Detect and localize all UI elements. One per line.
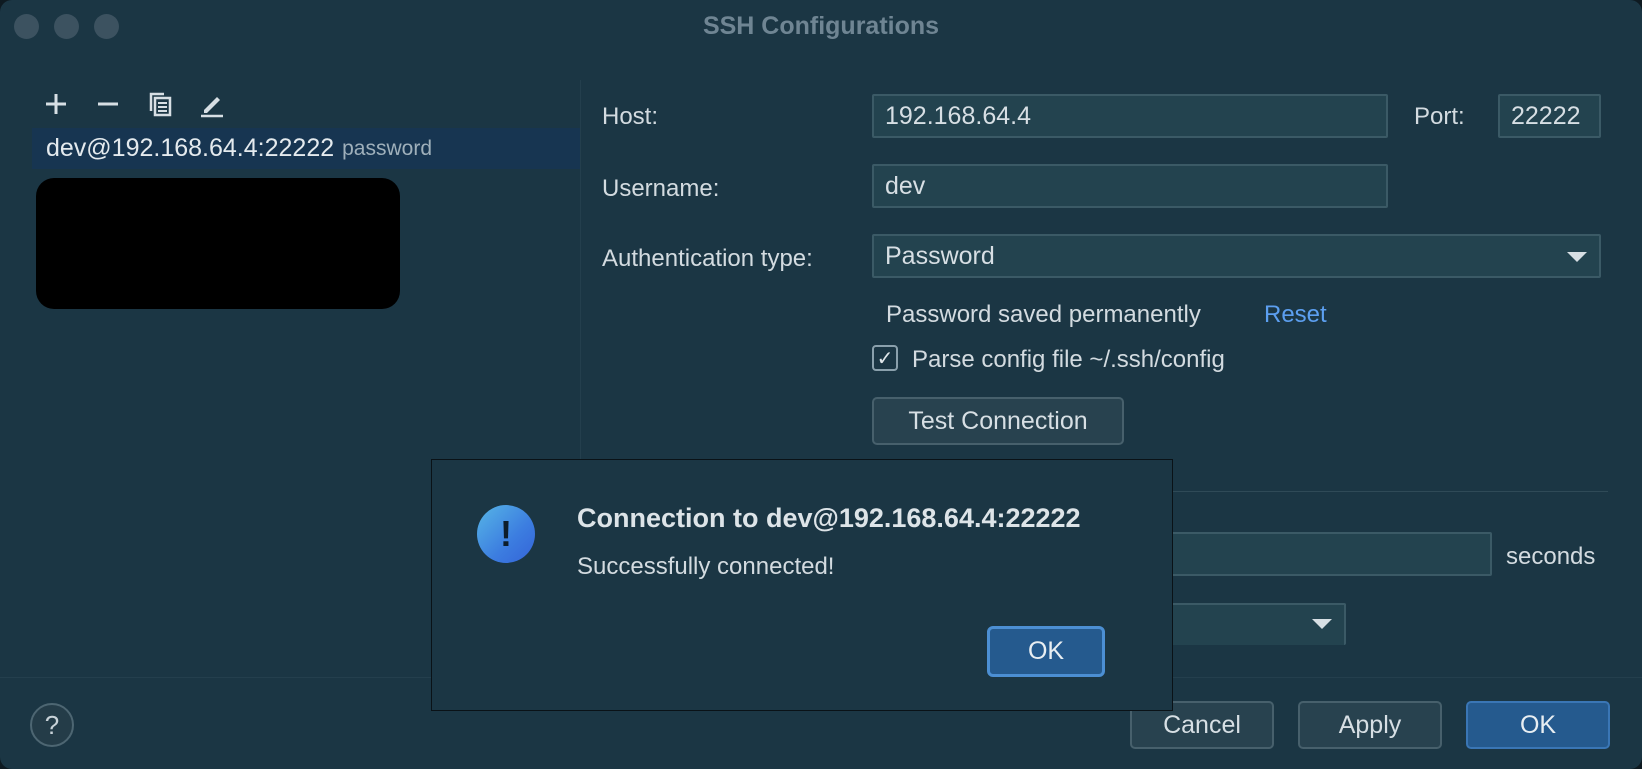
username-label: Username: [602,175,720,202]
minus-icon [98,102,118,106]
apply-button[interactable]: Apply [1298,701,1442,749]
dialog-message: Successfully connected! [577,553,835,580]
timeout-unit: seconds [1506,543,1596,570]
auth-type-select[interactable]: Password [872,234,1601,278]
password-status: Password saved permanently [886,301,1201,328]
pencil-icon [201,97,223,118]
connection-result-dialog: ! Connection to dev@192.168.64.4:22222 S… [431,459,1173,711]
section-divider [1100,491,1608,492]
ok-button[interactable]: OK [1466,701,1610,749]
timeout-field[interactable] [1140,532,1492,576]
host-label: Host: [602,103,659,130]
chevron-down-icon [1567,252,1587,262]
auth-type-value: Password [885,241,995,270]
dialog-ok-button[interactable]: OK [987,626,1105,677]
help-button[interactable]: ? [30,703,74,747]
window-title: SSH Configurations [702,12,940,40]
title-bar: SSH Configurations [0,0,1642,52]
copy-icon [149,92,172,117]
copy-configuration-button[interactable] [142,86,178,122]
configuration-name: dev@192.168.64.4:22222 [46,134,335,162]
redacted-area [36,178,400,309]
configuration-auth-type: password [342,136,433,160]
username-field[interactable]: dev [872,164,1388,208]
checkmark-icon: ✓ [876,347,894,370]
parse-config-label: Parse config file ~/.ssh/config [912,346,1225,373]
port-field[interactable]: 22222 [1498,94,1601,138]
auth-type-label: Authentication type: [602,245,813,272]
add-configuration-button[interactable] [38,86,74,122]
chevron-down-icon [1312,619,1332,629]
test-connection-button[interactable]: Test Connection [872,397,1124,445]
remove-configuration-button[interactable] [90,86,126,122]
parse-config-checkbox[interactable]: ✓ [872,345,898,371]
port-label: Port: [1414,103,1465,130]
configuration-list-item[interactable]: dev@192.168.64.4:22222 password [32,128,580,169]
exclamation-icon: ! [477,505,535,563]
host-field[interactable]: 192.168.64.4 [872,94,1388,138]
ssh-configurations-window: SSH Configurations dev@192.168.64.4:2222… [0,0,1642,769]
reset-link[interactable]: Reset [1264,301,1327,329]
edit-configuration-button[interactable] [194,86,230,122]
dialog-title: Connection to dev@192.168.64.4:22222 [577,503,1081,533]
plus-icon [46,94,66,114]
